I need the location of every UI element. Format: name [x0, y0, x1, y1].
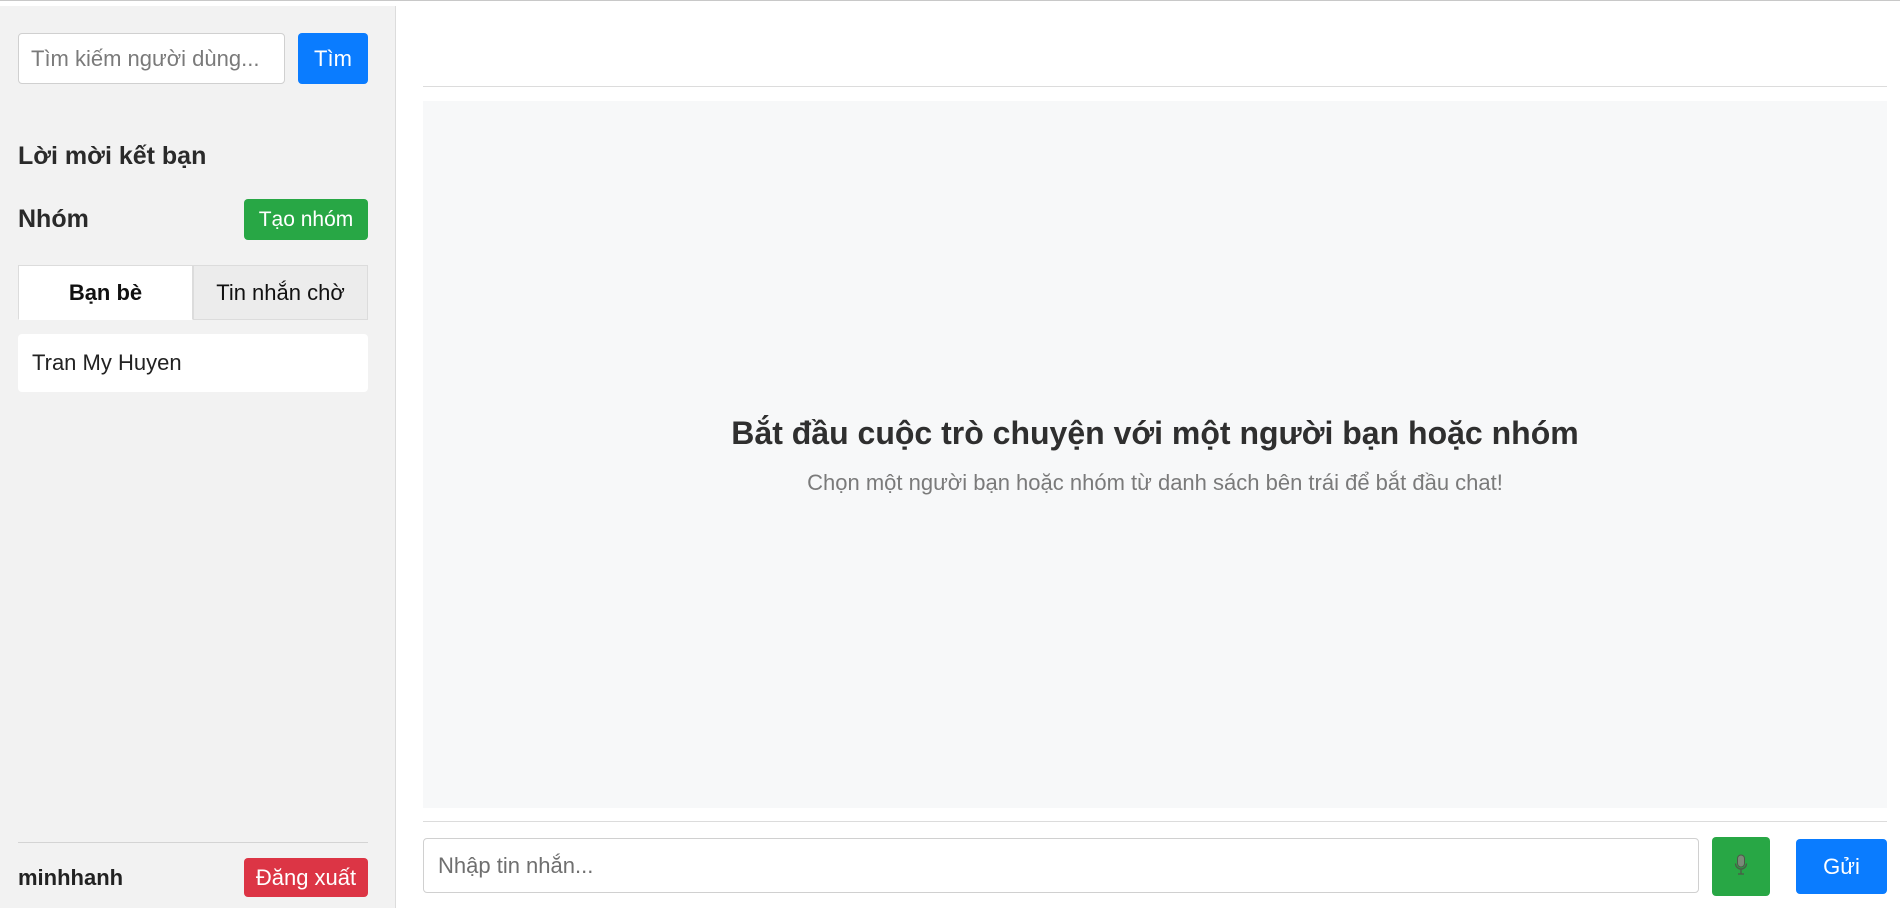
sidebar: Tìm Lời mời kết bạn Nhóm Tạo nhóm Bạn bè…	[0, 6, 396, 908]
search-input[interactable]	[18, 33, 285, 84]
groups-title: Nhóm	[18, 205, 89, 233]
current-username: minhhanh	[18, 865, 124, 890]
user-footer: minhhanh Đăng xuất	[18, 842, 368, 902]
create-group-button[interactable]: Tạo nhóm	[244, 199, 368, 240]
microphone-icon	[1734, 854, 1748, 879]
friend-tabs: Bạn bè Tin nhắn chờ	[18, 265, 368, 320]
welcome-title: Bắt đầu cuộc trò chuyện với một người bạ…	[731, 415, 1579, 451]
friend-list: Tran My Huyen	[18, 334, 368, 392]
welcome-subtitle: Chọn một người bạn hoặc nhóm từ danh sác…	[807, 470, 1503, 495]
chat-main: Bắt đầu cuộc trò chuyện với một người bạ…	[423, 6, 1887, 908]
friend-invites-title[interactable]: Lời mời kết bạn	[18, 142, 206, 171]
chat-app: Tìm Lời mời kết bạn Nhóm Tạo nhóm Bạn bè…	[0, 0, 1900, 908]
tab-pending-messages[interactable]: Tin nhắn chờ	[193, 265, 368, 320]
tab-friends[interactable]: Bạn bè	[18, 265, 193, 320]
friend-item[interactable]: Tran My Huyen	[18, 334, 368, 392]
search-button[interactable]: Tìm	[298, 33, 368, 84]
message-input[interactable]	[423, 838, 1699, 893]
user-search: Tìm	[18, 33, 368, 85]
logout-button[interactable]: Đăng xuất	[244, 858, 368, 897]
send-button[interactable]: Gửi	[1796, 839, 1887, 894]
chat-header	[423, 6, 1887, 87]
chat-messages-area: Bắt đầu cuộc trò chuyện với một người bạ…	[423, 101, 1887, 808]
message-composer: Gửi	[423, 821, 1887, 901]
voice-record-button[interactable]	[1712, 837, 1770, 896]
